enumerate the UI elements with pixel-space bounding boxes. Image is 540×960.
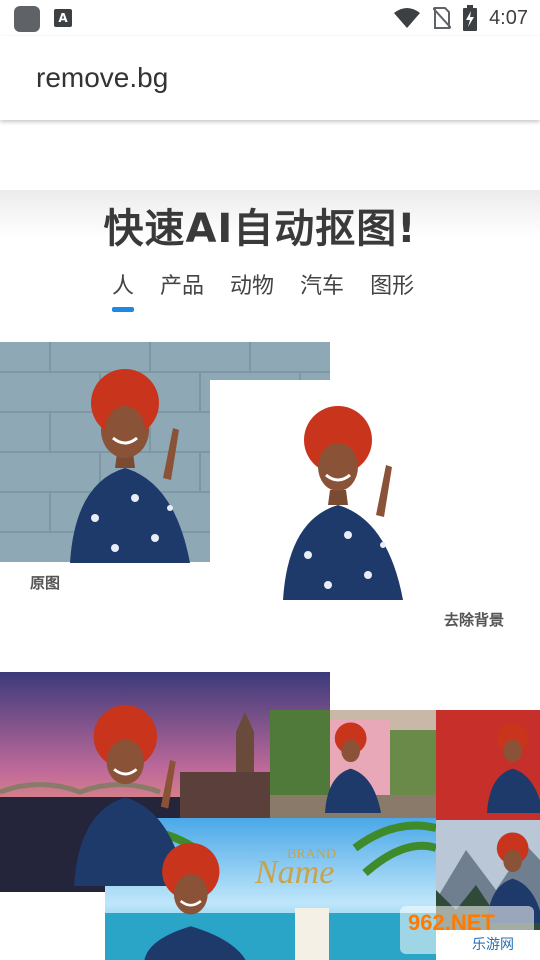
name-text: Name [254,854,334,891]
clock: 4:07 [489,6,528,29]
tab-person[interactable]: 人 [112,268,135,312]
tab-animal[interactable]: 动物 [230,268,274,310]
battery-charging-icon [463,5,478,31]
status-icons: 4:07 [393,4,528,32]
site-watermark: 962.NET 乐游网 [400,906,534,954]
person-garden [325,722,381,813]
tab-car[interactable]: 汽车 [300,268,344,310]
app-bar: remove.bg [0,36,540,120]
person-beach [144,842,246,960]
status-bar: A 4:07 [0,0,540,36]
person-cutout [283,406,403,600]
headline: 快速AI自动抠图! [103,206,417,252]
original-label: 原图 [30,574,61,592]
category-tabs: 人 产品 动物 汽车 图形 [112,268,414,312]
person-original [70,369,190,563]
watermark-bottom-text: 乐游网 [472,937,514,953]
app-title: remove.bg [36,62,169,93]
person-red [487,722,540,813]
no-sim-icon [433,7,452,29]
a-icon: A [54,9,72,27]
removed-background-label: 去除背景 [444,611,505,629]
tab-product[interactable]: 产品 [160,268,204,310]
wifi-icon [394,8,421,28]
watermark-top-text: 962.NET [408,910,495,935]
app-icon [14,6,40,32]
tab-graphic[interactable]: 图形 [370,268,414,310]
